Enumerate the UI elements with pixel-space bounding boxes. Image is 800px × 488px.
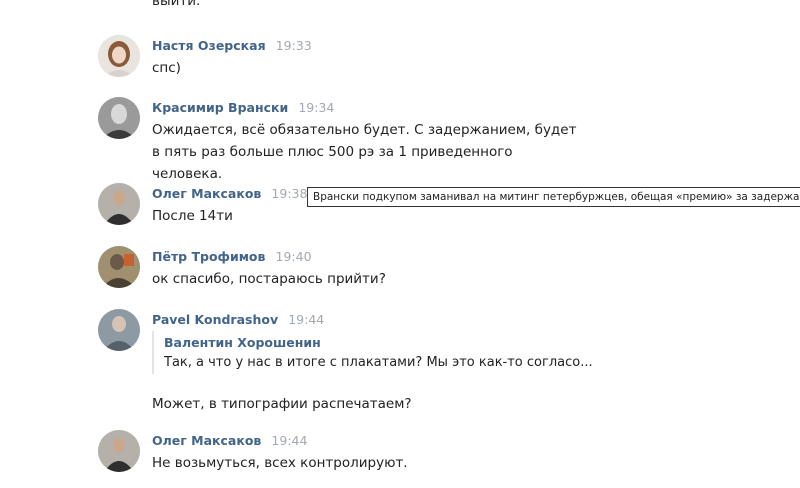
user-avatar-man-icon[interactable] xyxy=(98,183,140,225)
message-author[interactable]: Пётр Трофимов xyxy=(152,249,265,264)
image-caption: Врански подкупом заманивал на митинг пет… xyxy=(307,187,800,207)
message-text: После 14ти xyxy=(152,208,233,224)
message-time[interactable]: 19:44 xyxy=(288,312,324,327)
previous-message-fragment: выйти. xyxy=(152,0,201,9)
message-time[interactable]: 19:38 xyxy=(271,186,307,201)
user-avatar-man-icon[interactable] xyxy=(98,309,140,351)
quote-text: Так, а что у нас в итоге с плакатами? Мы… xyxy=(164,355,593,370)
message-text: ок спасибо, постараюсь прийти? xyxy=(152,271,386,287)
message-item: Настя Озерская 19:33 спс) xyxy=(98,35,738,79)
message-text: Может, в типографии распечатаем? xyxy=(152,396,412,412)
message-time[interactable]: 19:40 xyxy=(276,249,312,264)
message-text: спс) xyxy=(152,60,181,76)
message-author[interactable]: Олег Максаков xyxy=(152,186,261,201)
message-author[interactable]: Красимир Врански xyxy=(152,100,288,115)
message-time[interactable]: 19:33 xyxy=(276,38,312,53)
user-avatar-woman-icon[interactable] xyxy=(98,35,140,77)
message-item: Pavel Kondrashov 19:44 Валентин Хорошени… xyxy=(98,309,738,419)
user-avatar-man-icon[interactable] xyxy=(98,246,140,288)
message-item: Олег Максаков 19:44 Не возьмуться, всех … xyxy=(98,430,738,474)
forwarded-quote[interactable]: Валентин Хорошенин Так, а что у нас в ит… xyxy=(152,331,614,374)
user-avatar-man-icon[interactable] xyxy=(98,97,140,139)
message-author[interactable]: Настя Озерская xyxy=(152,38,266,53)
message-author[interactable]: Олег Максаков xyxy=(152,433,261,448)
message-time[interactable]: 19:34 xyxy=(298,100,334,115)
message-item: Пётр Трофимов 19:40 ок спасибо, постараю… xyxy=(98,246,738,290)
message-text: Не возьмуться, всех контролируют. xyxy=(152,455,408,471)
message-text: Ожидается, всё обязательно будет. С заде… xyxy=(152,122,577,182)
quote-author[interactable]: Валентин Хорошенин xyxy=(164,331,614,352)
message-author[interactable]: Pavel Kondrashov xyxy=(152,312,278,327)
message-time[interactable]: 19:44 xyxy=(271,433,307,448)
user-avatar-man-icon[interactable] xyxy=(98,430,140,472)
message-item: Красимир Врански 19:34 Ожидается, всё об… xyxy=(98,97,738,182)
chat-history: выйти. Настя Озерская 19:33 спс) Красими… xyxy=(0,0,800,488)
